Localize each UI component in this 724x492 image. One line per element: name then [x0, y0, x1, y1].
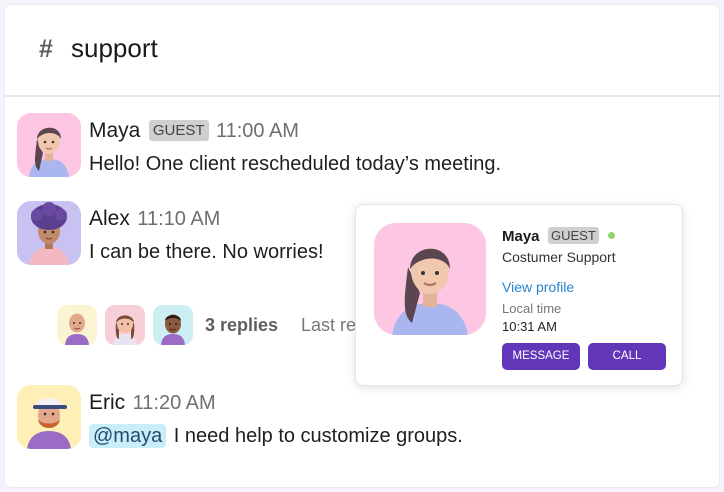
maya-avatar[interactable]	[17, 113, 81, 177]
channel-header: # support	[5, 5, 719, 97]
profile-popover: Maya GUEST Costumer Support View profile…	[355, 204, 683, 386]
replies-count[interactable]: 3 replies	[205, 315, 278, 336]
author-name[interactable]: Alex	[89, 207, 130, 230]
local-time-value: 10:31 AM	[502, 319, 557, 334]
message-time: 11:00 AM	[215, 120, 299, 142]
message-header: Eric 11:20 AM	[89, 391, 216, 415]
call-button[interactable]: CALL	[588, 343, 666, 370]
profile-name: Maya	[502, 228, 540, 245]
message-button[interactable]: MESSAGE	[502, 343, 580, 370]
message-text: I can be there. No worries!	[89, 241, 324, 263]
bald-avatar	[57, 305, 97, 345]
guest-badge: GUEST	[148, 120, 209, 141]
message-header: Maya GUEST 11:00 AM	[89, 119, 299, 143]
man-avatar	[153, 305, 193, 345]
channel-hash-icon: #	[39, 35, 53, 63]
message-text: Hello! One client rescheduled today’s me…	[89, 153, 502, 175]
message-body: I need help to customize groups.	[173, 425, 463, 447]
author-name[interactable]: Maya	[89, 119, 140, 142]
author-name[interactable]: Eric	[89, 391, 125, 414]
local-time-label: Local time	[502, 301, 562, 316]
profile-avatar	[374, 223, 486, 335]
message-time: 11:20 AM	[132, 392, 216, 414]
channel-name: support	[71, 33, 158, 63]
eric-avatar[interactable]	[17, 385, 81, 449]
online-status-icon	[608, 232, 616, 239]
message-time: 11:10 AM	[137, 208, 221, 230]
last-reply-label: Last re	[301, 315, 357, 335]
profile-name-row: Maya GUEST	[502, 227, 616, 246]
view-profile-link[interactable]: View profile	[502, 279, 574, 295]
mention-chip[interactable]: @maya	[89, 424, 167, 448]
message-text: @maya I need help to customize groups.	[89, 424, 463, 448]
profile-guest-badge: GUEST	[547, 227, 599, 244]
profile-role: Costumer Support	[502, 249, 616, 265]
woman-avatar	[105, 305, 145, 345]
message-header: Alex 11:10 AM	[89, 207, 220, 231]
alex-avatar[interactable]	[17, 201, 81, 265]
chat-panel: # support Maya GUEST 11:00 AM Hello! One…	[4, 4, 720, 488]
thread-replies[interactable]: 3 replies Last re	[57, 305, 377, 347]
